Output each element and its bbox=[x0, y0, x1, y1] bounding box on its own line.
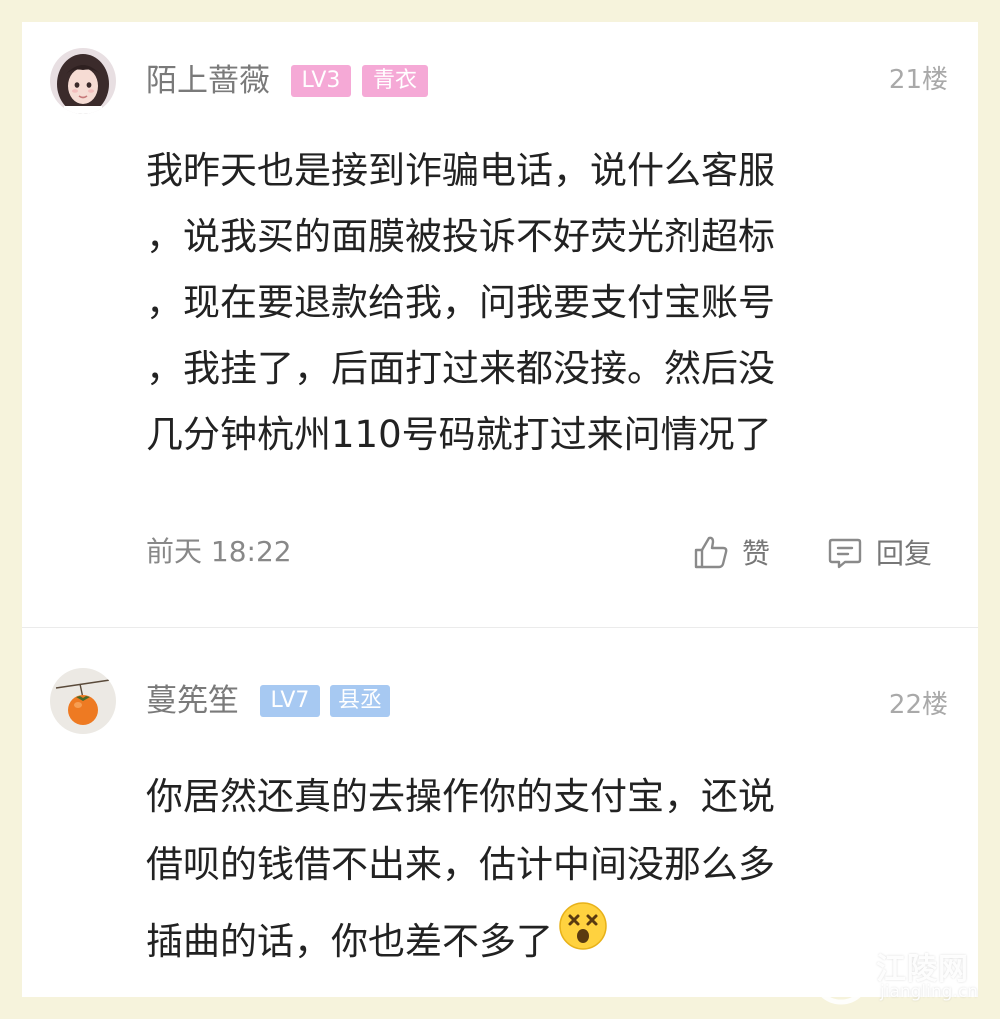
comment-line: 插曲的话，你也差不多了 bbox=[146, 920, 553, 963]
reply-button[interactable]: 回复 bbox=[826, 530, 932, 574]
avatar[interactable] bbox=[50, 48, 116, 114]
title-badge: 青衣 bbox=[362, 65, 428, 97]
watermark: 江陵网 jiangling.cn bbox=[808, 942, 988, 1008]
comment-line-with-emoji: 插曲的话，你也差不多了 bbox=[146, 899, 916, 985]
persimmon-avatar-icon bbox=[50, 668, 116, 734]
reply-label: 回复 bbox=[876, 537, 933, 570]
like-button[interactable]: 赞 bbox=[692, 530, 770, 574]
comment-line: ，现在要退款给我，问我要支付宝账号 bbox=[146, 281, 775, 324]
comment-card: 陌上蔷薇 LV3 青衣 21楼 我昨天也是接到诈骗电话，说什么客服 ，说我买的面… bbox=[22, 22, 978, 997]
username[interactable]: 陌上蔷薇 bbox=[146, 63, 270, 99]
avatar[interactable] bbox=[50, 668, 116, 734]
comment-line: ，我挂了，后面打过来都没接。然后没 bbox=[146, 347, 775, 390]
timestamp: 前天 18:22 bbox=[146, 535, 292, 568]
like-label: 赞 bbox=[742, 537, 771, 570]
comment-line: 你居然还真的去操作你的支付宝，还说 bbox=[146, 775, 775, 818]
watermark-logo-icon bbox=[811, 945, 872, 1005]
comment-line: 借呗的钱借不出来，估计中间没那么多 bbox=[146, 843, 775, 886]
thumbs-up-icon bbox=[694, 536, 728, 569]
comment-bubble-icon bbox=[828, 538, 862, 569]
comment-line: ，说我买的面膜被投诉不好荧光剂超标 bbox=[146, 215, 775, 258]
comment-body: 我昨天也是接到诈骗电话，说什么客服 ，说我买的面膜被投诉不好荧光剂超标 ，现在要… bbox=[146, 138, 916, 468]
watermark-url: jiangling.cn bbox=[880, 982, 978, 1002]
username[interactable]: 蔓筅笙 bbox=[146, 683, 239, 719]
level-badge: LV3 bbox=[291, 65, 351, 97]
floor-number: 21楼 bbox=[888, 65, 948, 95]
comment-line: 几分钟杭州110号码就打过来问情况了 bbox=[146, 413, 772, 456]
floor-number: 22楼 bbox=[888, 690, 948, 720]
level-badge: LV7 bbox=[260, 685, 320, 717]
girl-avatar-icon bbox=[50, 48, 116, 114]
comment-item: 陌上蔷薇 LV3 青衣 21楼 我昨天也是接到诈骗电话，说什么客服 ，说我买的面… bbox=[22, 22, 978, 627]
comment-line: 我昨天也是接到诈骗电话，说什么客服 bbox=[146, 149, 775, 192]
dizzy-face-icon bbox=[557, 897, 609, 983]
comment-body: 你居然还真的去操作你的支付宝，还说 借呗的钱借不出来，估计中间没那么多 插曲的话… bbox=[146, 763, 916, 985]
title-badge: 县丞 bbox=[330, 685, 390, 717]
